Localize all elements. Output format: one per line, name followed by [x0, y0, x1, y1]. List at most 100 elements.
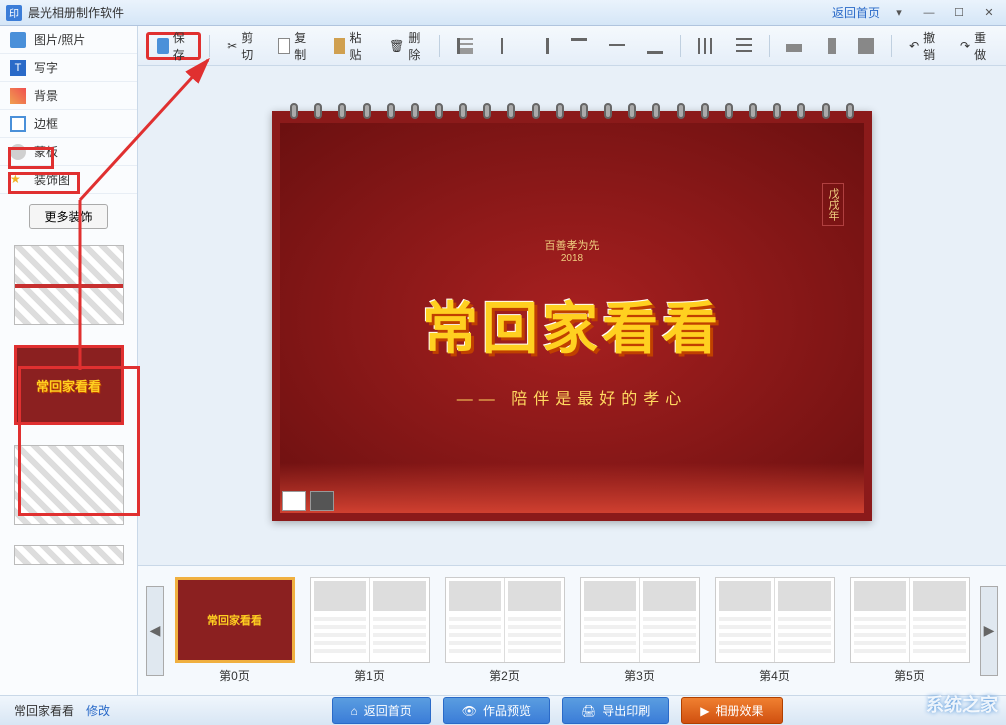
align-top-icon	[571, 38, 587, 54]
decoration-thumb[interactable]	[14, 245, 124, 325]
page-thumb: 常回家看看	[175, 577, 295, 663]
decoration-thumb-selected[interactable]: 常回家看看	[14, 345, 124, 425]
align-bottom-icon	[647, 38, 663, 54]
sidebar-item-photo[interactable]: 图片/照片	[0, 26, 137, 54]
page-label: 第5页	[894, 667, 925, 684]
decoration-thumb[interactable]	[14, 545, 124, 565]
page-item-0[interactable]: 常回家看看 第0页	[172, 577, 297, 684]
close-button[interactable]: ✕	[978, 4, 1000, 22]
canvas-year: 2018	[561, 253, 583, 264]
canvas-main-title[interactable]: 常回家看看	[422, 284, 722, 365]
distribute-h-button[interactable]	[689, 32, 723, 60]
sidebar-item-border[interactable]: 边框	[0, 110, 137, 138]
background-icon	[10, 88, 26, 104]
footer: 常回家看看 修改 ⌂ 返回首页 👁 作品预览 🖨 导出印刷 ▶ 相册效果	[0, 695, 1006, 725]
canvas-page-button[interactable]	[282, 491, 306, 511]
border-icon	[10, 116, 26, 132]
undo-button[interactable]: ↶ 撤销	[900, 32, 947, 60]
canvas-area[interactable]: 百善孝为先 2018 戊戌年 常回家看看 —— 陪伴是最好的孝心	[138, 66, 1006, 565]
sidebar-label: 蒙板	[34, 143, 58, 160]
align-center-h-icon	[495, 38, 511, 54]
star-icon: ★	[10, 172, 26, 188]
align-center-v-button[interactable]	[600, 32, 634, 60]
page-label: 第2页	[489, 667, 520, 684]
sidebar-label: 边框	[34, 115, 58, 132]
page-item-5[interactable]: 第5页	[847, 577, 972, 684]
spiral-binding	[282, 103, 862, 119]
save-icon	[157, 38, 169, 54]
page-item-3[interactable]: 第3页	[577, 577, 702, 684]
dropdown-icon[interactable]: ▾	[888, 4, 910, 22]
sidebar-label: 背景	[34, 87, 58, 104]
align-right-button[interactable]	[524, 32, 558, 60]
align-left-icon	[457, 38, 473, 54]
canvas-subtitle: 百善孝为先	[545, 237, 600, 253]
canvas-flowers-decoration	[280, 463, 864, 513]
redo-icon: ↷	[960, 39, 970, 53]
align-bottom-button[interactable]	[638, 32, 672, 60]
save-button[interactable]: 保存	[146, 32, 201, 60]
align-center-v-icon	[609, 38, 625, 54]
height-icon	[828, 38, 836, 54]
sidebar-item-background[interactable]: 背景	[0, 82, 137, 110]
app-title: 晨光相册制作软件	[28, 4, 832, 21]
effect-icon: ▶	[700, 704, 709, 718]
page-item-2[interactable]: 第2页	[442, 577, 567, 684]
edit-link[interactable]: 修改	[86, 702, 110, 719]
mask-icon	[10, 144, 26, 160]
redo-button[interactable]: ↷ 重做	[951, 32, 998, 60]
minimize-button[interactable]: —	[918, 4, 940, 22]
copy-icon	[278, 38, 290, 54]
home-icon: ⌂	[351, 704, 358, 718]
canvas-tagline: —— 陪伴是最好的孝心	[457, 385, 687, 409]
decoration-thumbs: 常回家看看	[0, 239, 137, 695]
print-icon: 🖨	[581, 704, 596, 718]
size-icon	[858, 38, 874, 54]
copy-button[interactable]: 复制	[269, 32, 320, 60]
page-strip-next[interactable]: ▶	[980, 586, 998, 676]
page-label: 第3页	[624, 667, 655, 684]
size-equal-button[interactable]	[849, 32, 883, 60]
canvas-tool-button[interactable]	[310, 491, 334, 511]
more-decorations-button[interactable]: 更多装饰	[29, 204, 107, 229]
height-equal-button[interactable]	[815, 32, 845, 60]
paste-button[interactable]: 粘贴	[325, 32, 376, 60]
page-label: 第0页	[219, 667, 250, 684]
toolbar: 保存 ✂ 剪切 复制 粘贴 🗑 删除	[138, 26, 1006, 66]
paste-icon	[334, 38, 346, 54]
page-strip-prev[interactable]: ◀	[146, 586, 164, 676]
page-label: 第1页	[354, 667, 385, 684]
sidebar-label: 装饰图	[34, 171, 70, 188]
page-item-1[interactable]: 第1页	[307, 577, 432, 684]
sidebar-label: 图片/照片	[34, 31, 85, 48]
distribute-v-button[interactable]	[727, 32, 761, 60]
undo-icon: ↶	[909, 39, 919, 53]
align-center-h-button[interactable]	[486, 32, 520, 60]
photo-icon	[10, 32, 26, 48]
page-strip: ◀ 常回家看看 第0页 第1页 第2页 第3页	[138, 565, 1006, 695]
page-item-4[interactable]: 第4页	[712, 577, 837, 684]
delete-button[interactable]: 🗑 删除	[380, 32, 431, 60]
app-icon: 印	[6, 5, 22, 21]
sidebar-item-decoration[interactable]: ★ 装饰图	[0, 166, 137, 194]
page-label: 第4页	[759, 667, 790, 684]
maximize-button[interactable]: ☐	[948, 4, 970, 22]
footer-preview-button[interactable]: 👁 作品预览	[443, 697, 550, 724]
sidebar-label: 写字	[34, 59, 58, 76]
width-equal-button[interactable]	[777, 32, 811, 60]
width-icon	[786, 44, 802, 52]
distribute-h-icon	[698, 38, 714, 54]
home-link[interactable]: 返回首页	[832, 4, 880, 21]
cut-button[interactable]: ✂ 剪切	[218, 32, 265, 60]
footer-home-button[interactable]: ⌂ 返回首页	[332, 697, 431, 724]
align-left-button[interactable]	[448, 32, 482, 60]
canvas[interactable]: 百善孝为先 2018 戊戌年 常回家看看 —— 陪伴是最好的孝心	[272, 111, 872, 521]
text-icon: T	[10, 60, 26, 76]
sidebar-item-text[interactable]: T 写字	[0, 54, 137, 82]
footer-export-button[interactable]: 🖨 导出印刷	[562, 697, 669, 724]
canvas-stamp: 戊戌年	[822, 183, 844, 226]
sidebar-item-mask[interactable]: 蒙板	[0, 138, 137, 166]
align-top-button[interactable]	[562, 32, 596, 60]
footer-effect-button[interactable]: ▶ 相册效果	[681, 697, 782, 724]
decoration-thumb[interactable]	[14, 445, 124, 525]
